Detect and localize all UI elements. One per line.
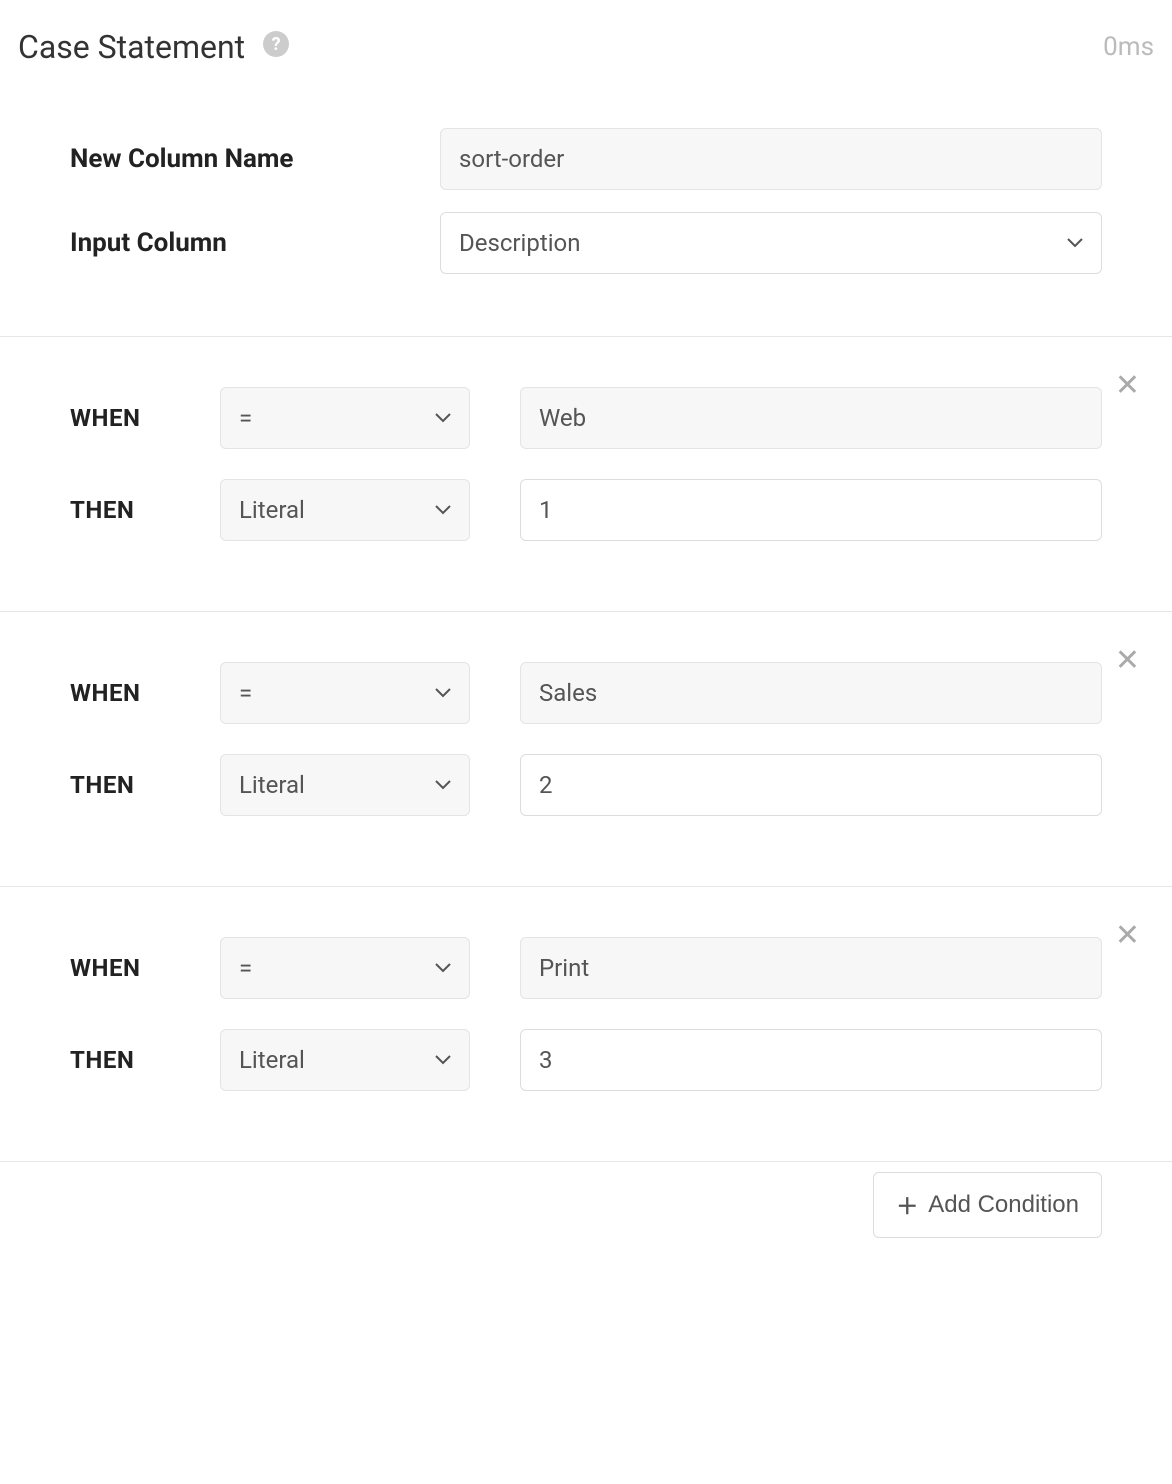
when-label: WHEN: [70, 954, 220, 982]
when-label: WHEN: [70, 404, 220, 432]
then-type-select[interactable]: Literal: [220, 754, 470, 816]
close-icon[interactable]: ✕: [1115, 646, 1140, 676]
when-value-input[interactable]: [520, 387, 1102, 449]
when-value-input[interactable]: [520, 662, 1102, 724]
when-label: WHEN: [70, 679, 220, 707]
new-column-name-input[interactable]: [440, 128, 1102, 190]
input-column-label: Input Column: [70, 228, 440, 258]
help-icon[interactable]: ?: [263, 31, 289, 57]
when-operator-select[interactable]: =: [220, 937, 470, 999]
then-label: THEN: [70, 496, 220, 524]
condition-block: ✕ WHEN = THEN Literal: [0, 887, 1172, 1162]
panel-header: Case Statement ? 0ms: [0, 0, 1172, 76]
then-label: THEN: [70, 1046, 220, 1074]
then-type-select[interactable]: Literal: [220, 1029, 470, 1091]
then-value-input[interactable]: [520, 754, 1102, 816]
timing-badge: 0ms: [1103, 32, 1154, 62]
when-operator-select[interactable]: =: [220, 662, 470, 724]
plus-icon: ＋: [896, 1189, 918, 1221]
new-column-name-label: New Column Name: [70, 144, 440, 174]
then-type-select[interactable]: Literal: [220, 479, 470, 541]
input-column-select[interactable]: Description: [440, 212, 1102, 274]
add-condition-label: Add Condition: [928, 1191, 1079, 1219]
close-icon[interactable]: ✕: [1115, 371, 1140, 401]
config-section: New Column Name Input Column Description: [0, 76, 1172, 337]
when-value-input[interactable]: [520, 937, 1102, 999]
close-icon[interactable]: ✕: [1115, 921, 1140, 951]
condition-block: ✕ WHEN = THEN Literal: [0, 612, 1172, 887]
then-label: THEN: [70, 771, 220, 799]
page-title: Case Statement: [18, 28, 245, 66]
then-value-input[interactable]: [520, 479, 1102, 541]
when-operator-select[interactable]: =: [220, 387, 470, 449]
condition-block: ✕ WHEN = THEN Literal: [0, 337, 1172, 612]
then-value-input[interactable]: [520, 1029, 1102, 1091]
add-condition-button[interactable]: ＋ Add Condition: [873, 1172, 1102, 1238]
